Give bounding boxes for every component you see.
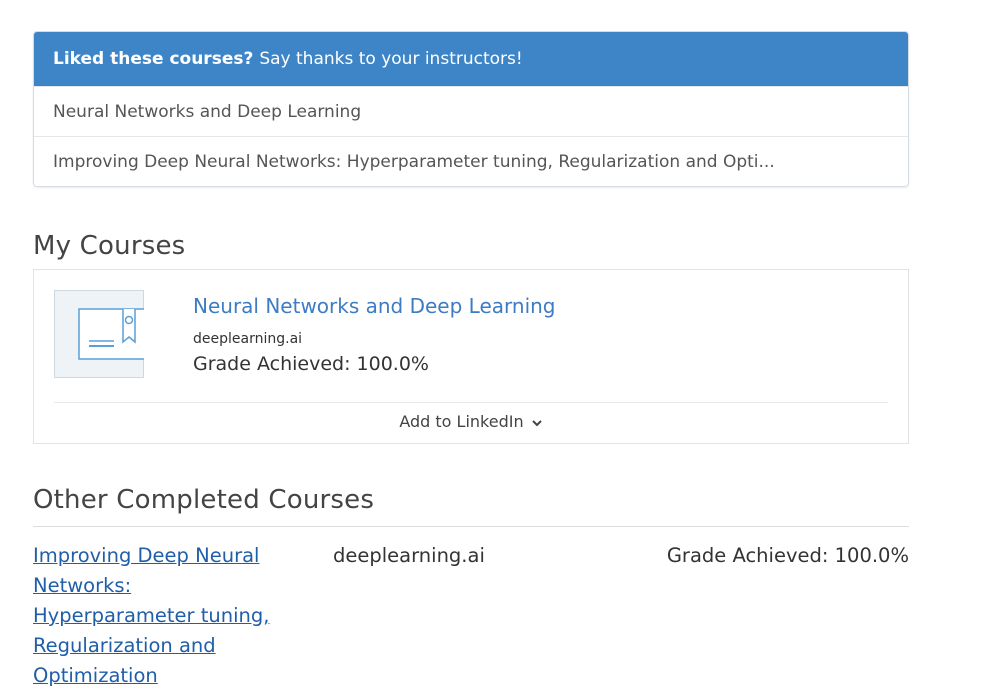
add-to-linkedin-button[interactable]: Add to LinkedIn: [54, 403, 888, 441]
completed-course-link[interactable]: Improving Deep Neural Networks: Hyperpar…: [33, 541, 298, 691]
section-divider: [33, 526, 909, 527]
liked-course-item[interactable]: Neural Networks and Deep Learning: [34, 86, 908, 136]
course-thumbnail[interactable]: [54, 290, 144, 378]
add-to-linkedin-label: Add to LinkedIn: [399, 412, 524, 431]
liked-course-item[interactable]: Improving Deep Neural Networks: Hyperpar…: [34, 136, 908, 186]
liked-header-bold: Liked these courses?: [53, 49, 254, 69]
course-title-link[interactable]: Neural Networks and Deep Learning: [193, 292, 556, 320]
completed-course-row: Improving Deep Neural Networks: Hyperpar…: [33, 541, 909, 687]
liked-course-label: Improving Deep Neural Networks: Hyperpar…: [53, 151, 775, 172]
liked-course-label: Neural Networks and Deep Learning: [53, 101, 362, 122]
chevron-down-icon: [531, 404, 543, 442]
my-courses-heading: My Courses: [33, 231, 186, 261]
completed-course-grade: Grade Achieved: 100.0%: [666, 544, 909, 567]
certificate-icon: [78, 308, 144, 360]
liked-header-text: Say thanks to your instructors!: [259, 49, 523, 69]
other-completed-heading: Other Completed Courses: [33, 485, 375, 515]
completed-course-partner: deeplearning.ai: [333, 544, 485, 567]
course-partner: deeplearning.ai: [193, 331, 303, 347]
liked-courses-panel: Liked these courses? Say thanks to your …: [33, 31, 909, 187]
page-content: Liked these courses? Say thanks to your …: [33, 31, 909, 687]
course-card: Neural Networks and Deep Learning deeple…: [33, 269, 909, 444]
course-grade: Grade Achieved: 100.0%: [193, 353, 429, 375]
liked-panel-header: Liked these courses? Say thanks to your …: [34, 32, 908, 86]
